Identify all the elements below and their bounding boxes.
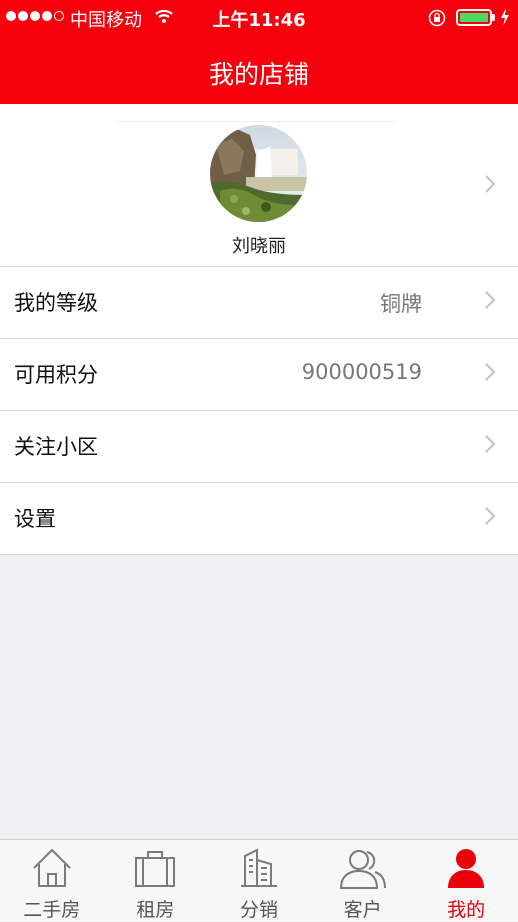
list-item-label: 设置 bbox=[14, 507, 56, 531]
profile-name: 刘晓丽 bbox=[232, 236, 286, 257]
tab-mine[interactable]: 我的 bbox=[414, 840, 518, 921]
chevron-right-icon bbox=[484, 290, 496, 314]
list-item-level[interactable]: 我的等级 铜牌 bbox=[0, 267, 518, 338]
list-item-followed-communities[interactable]: 关注小区 bbox=[0, 410, 518, 482]
battery-icon bbox=[456, 9, 492, 26]
battery-tip bbox=[492, 14, 495, 21]
tab-customers[interactable]: 客户 bbox=[311, 840, 415, 921]
chevron-right-icon bbox=[484, 434, 496, 458]
tab-distribution[interactable]: 分销 bbox=[207, 840, 311, 921]
tab-label: 二手房 bbox=[23, 899, 81, 921]
battery-level bbox=[460, 13, 488, 22]
people-icon bbox=[339, 850, 386, 889]
list-item-settings[interactable]: 设置 bbox=[0, 482, 518, 554]
chevron-right-icon bbox=[484, 506, 496, 530]
tab-label: 分销 bbox=[239, 899, 278, 921]
tab-second-hand-house[interactable]: 二手房 bbox=[0, 840, 104, 921]
tab-rent[interactable]: 租房 bbox=[104, 840, 208, 921]
profile-header[interactable]: 刘晓丽 bbox=[0, 104, 518, 266]
navigation-bar: 我的店铺 bbox=[0, 36, 518, 104]
avatar[interactable] bbox=[210, 125, 307, 222]
list-item-label: 关注小区 bbox=[14, 435, 98, 459]
tab-label: 客户 bbox=[343, 899, 382, 921]
tab-label: 租房 bbox=[136, 899, 175, 921]
list-item-points[interactable]: 可用积分 900000519 bbox=[0, 338, 518, 410]
page-title: 我的店铺 bbox=[208, 60, 309, 89]
chevron-right-icon bbox=[484, 174, 496, 198]
house-icon bbox=[33, 848, 71, 887]
bag-icon bbox=[135, 851, 176, 887]
settings-list: 我的等级 铜牌 可用积分 900000519 关注小区 设置 bbox=[0, 266, 518, 555]
buildings-icon bbox=[240, 848, 277, 887]
list-item-label: 我的等级 bbox=[14, 291, 98, 315]
status-bar: 中国移动 上午11:46 bbox=[0, 0, 518, 36]
list-item-label: 可用积分 bbox=[14, 363, 98, 387]
list-item-value: 900000519 bbox=[301, 360, 422, 384]
tab-bar: 二手房 租房 分销 客户 我的 bbox=[0, 839, 518, 921]
orientation-lock-icon bbox=[428, 9, 446, 32]
chevron-right-icon bbox=[484, 362, 496, 386]
tab-label: 我的 bbox=[447, 899, 486, 921]
divider bbox=[118, 121, 398, 122]
list-item-value: 铜牌 bbox=[380, 292, 422, 316]
person-icon bbox=[448, 849, 485, 888]
charging-bolt-icon bbox=[500, 8, 510, 31]
